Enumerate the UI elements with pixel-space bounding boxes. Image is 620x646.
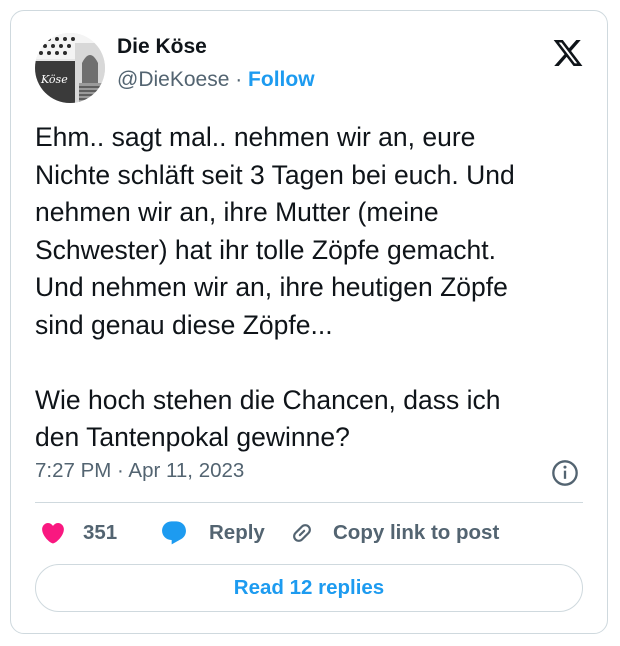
avatar-image: Köse: [35, 33, 105, 103]
handle-separator: ·: [229, 68, 249, 91]
like-button[interactable]: 351: [39, 513, 117, 553]
like-count: 351: [83, 521, 118, 544]
divider: [35, 502, 583, 503]
author-handle[interactable]: @DieKoese: [117, 68, 229, 91]
x-logo-icon[interactable]: [551, 37, 585, 69]
avatar-logo-text: Köse: [40, 73, 68, 86]
tweet-card: Köse Die Köse @DieKoese · Follow Ehm.. s…: [10, 10, 608, 634]
reply-button[interactable]: Reply: [159, 513, 265, 553]
author-name[interactable]: Die Köse: [117, 35, 207, 59]
follow-button[interactable]: Follow: [248, 68, 315, 91]
speech-bubble-icon: [162, 521, 186, 545]
link-icon: [293, 524, 311, 542]
copy-link-button[interactable]: Copy link to post: [289, 513, 499, 553]
info-icon[interactable]: [551, 459, 579, 487]
reply-label: Reply: [209, 521, 265, 544]
author-handle-line: @DieKoese · Follow: [117, 68, 315, 92]
avatar[interactable]: Köse: [35, 33, 105, 103]
tweet-timestamp[interactable]: 7:27 PM · Apr 11, 2023: [35, 459, 244, 483]
tweet-text: Ehm.. sagt mal.. nehmen wir an, eure Nic…: [35, 122, 515, 452]
read-replies-button[interactable]: Read 12 replies: [35, 564, 583, 612]
heart-icon: [42, 522, 64, 544]
copy-link-label: Copy link to post: [333, 521, 500, 544]
